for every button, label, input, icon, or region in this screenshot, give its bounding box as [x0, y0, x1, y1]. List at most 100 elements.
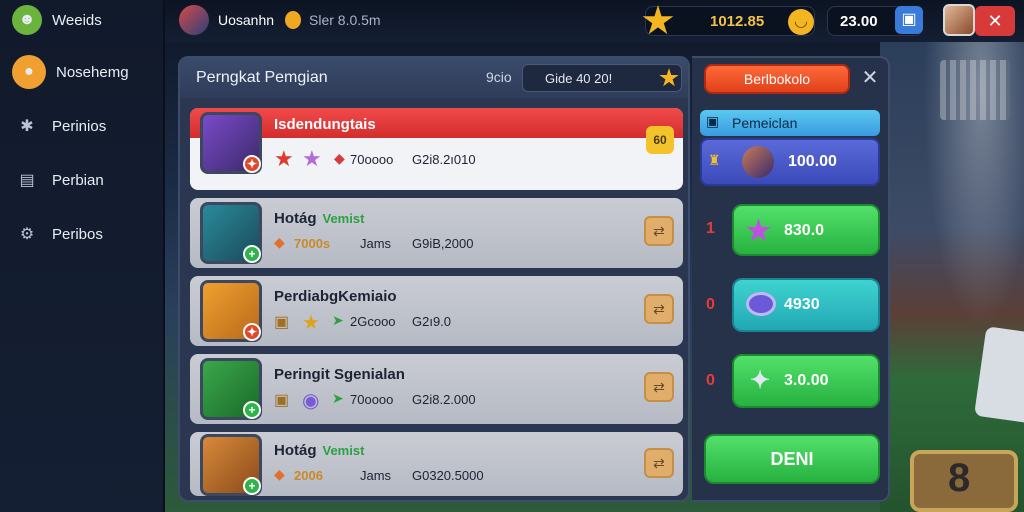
- gem-icon: ◆: [274, 466, 285, 482]
- gem-icon: ◆: [274, 234, 285, 250]
- username: Uosanhn: [218, 12, 275, 28]
- star-icon: ★: [302, 312, 320, 334]
- player-name: Peringit Sgenialan: [274, 366, 405, 383]
- offer-button[interactable]: 4930: [732, 278, 880, 332]
- player-stat: 7000s: [294, 236, 331, 251]
- offer-button[interactable]: ★ 830.0: [732, 204, 880, 256]
- star-icon: [642, 5, 674, 35]
- sidebar-item-label: Perbian: [52, 171, 104, 189]
- offer-rank: 1: [706, 220, 715, 237]
- player-name: PerdiabgKemiaio: [274, 288, 397, 305]
- panel-header: Perngkat Pemgian 9cio Gide 40 20!: [180, 58, 688, 98]
- smiley-icon: ☻: [12, 5, 42, 35]
- panel-title: Perngkat Pemgian: [196, 69, 328, 86]
- offer-button[interactable]: ✦ 3.0.00: [732, 354, 880, 408]
- player-stat: G9iB,2000: [412, 236, 474, 251]
- trade-icon[interactable]: ⇄: [644, 294, 674, 324]
- row-highlight-bar: [190, 108, 683, 138]
- currency-display: 1012.85 ◡: [642, 5, 815, 36]
- confirm-button[interactable]: DENI: [704, 434, 880, 484]
- eye-icon: [746, 292, 776, 316]
- stadium-background: [880, 40, 1024, 512]
- sidebar-item-label: Nosehemg: [56, 63, 129, 81]
- avatar: ✦: [200, 112, 262, 174]
- close-panel-button[interactable]: Berlbokolo: [704, 64, 850, 94]
- player-stat: G2i8.2.000: [412, 392, 476, 407]
- level-badge: 60: [646, 126, 674, 154]
- gem-icon: ◆: [334, 150, 345, 166]
- add-icon: +: [243, 245, 261, 263]
- bolt-icon: ➤: [332, 390, 344, 406]
- table-row[interactable]: + Hotág Vemist ◆ 2006 Jams G0320.5000 ⇄: [190, 432, 683, 496]
- sidebar-item-perbian[interactable]: ▤ Perbian: [12, 162, 162, 198]
- player-list-panel: Perngkat Pemgian 9cio Gide 40 20! ✦ Isde…: [178, 56, 690, 502]
- offer-rank: 0: [706, 372, 715, 389]
- bolt-icon: ➤: [332, 312, 344, 328]
- player-avatar[interactable]: [179, 5, 209, 35]
- player-stat: Jams: [360, 236, 392, 251]
- avatar: ✦: [200, 280, 262, 342]
- player-stat: 2006: [294, 468, 323, 483]
- badge-icon: ✦: [243, 155, 261, 173]
- avatar: +: [200, 434, 262, 496]
- close-icon[interactable]: ✕: [858, 64, 882, 92]
- table-row[interactable]: ✦ PerdiabgKemiaio ▣ ★ ➤ 2Gcooo G2ı9.0 ⇄: [190, 276, 683, 346]
- sidebar: ☻ Weeids ● Nosehemg ✱ Perinios ▤ Perbian…: [0, 0, 165, 512]
- coin-icon: ◉: [302, 390, 320, 412]
- search-input[interactable]: Gide 40 20!: [522, 64, 682, 92]
- trade-icon[interactable]: ⇄: [644, 216, 674, 246]
- player-name: Hotág Vemist: [274, 442, 365, 459]
- shield-icon: ▣: [274, 392, 290, 409]
- top-bar: Uosanhn Sler 8.0.5m 1012.85 ◡ 23.00 ▣ ✕: [165, 0, 1024, 42]
- star-icon: ★: [302, 146, 322, 171]
- offer-panel: Berlbokolo ✕ ▣ Pemeiclan ♜ 100.00 1 ★ 83…: [692, 56, 890, 502]
- offer-rank: 0: [706, 296, 715, 313]
- puzzle-icon: ✱: [20, 118, 34, 135]
- trade-icon[interactable]: ⇄: [644, 448, 674, 478]
- face-icon: ●: [12, 55, 46, 89]
- player-stat: G0320.5000: [412, 468, 484, 483]
- currency-value: 1012.85: [710, 13, 765, 30]
- table-row[interactable]: ✦ Isdendungtais ★ ★ ◆ 70oooo G2i8.2ı010 …: [190, 108, 683, 190]
- player-stat: 70oooo: [350, 392, 394, 407]
- shield-icon: ▣: [274, 314, 290, 331]
- shop-icon: ▣: [706, 113, 720, 129]
- gems-value: 23.00: [840, 13, 878, 30]
- book-icon: ▤: [19, 172, 35, 189]
- player-stat: 2Gcooo: [350, 314, 396, 329]
- featured-offer[interactable]: ♜ 100.00: [700, 138, 880, 186]
- trophy-icon: ♜: [708, 152, 721, 168]
- add-icon: +: [243, 401, 261, 419]
- sidebar-item-label: Weeids: [52, 11, 102, 29]
- sidebar-item-nosehemg[interactable]: ● Nosehemg: [12, 54, 162, 90]
- table-row[interactable]: + Hotág Vemist ◆ 7000s Jams G9iB,2000 ⇄: [190, 198, 683, 268]
- sidebar-item-peribos[interactable]: ⚙ Peribos: [12, 216, 162, 252]
- avatar: +: [200, 202, 262, 264]
- coin-icon: ◡: [788, 9, 814, 35]
- sidebar-item-perinios[interactable]: ✱ Perinios: [12, 108, 162, 144]
- star-icon: ★: [274, 146, 294, 171]
- player-name: Hotág Vemist: [274, 210, 365, 227]
- trophy-icon: [285, 11, 301, 29]
- table-row[interactable]: + Peringit Sgenialan ▣ ◉ ➤ 70oooo G2i8.2…: [190, 354, 683, 424]
- profile-avatar[interactable]: [943, 4, 975, 36]
- badge-icon: ✦: [243, 323, 261, 341]
- close-icon[interactable]: ✕: [975, 6, 1015, 36]
- star-icon: ★: [746, 215, 772, 246]
- sidebar-item-label: Perinios: [52, 117, 107, 135]
- search-label: 9cio: [486, 69, 512, 85]
- player-stat: G2i8.2ı010: [412, 152, 476, 167]
- player-stat: 70oooo: [350, 152, 394, 167]
- sidebar-item-weeids[interactable]: ☻ Weeids: [12, 2, 162, 38]
- number-eight-badge: 8: [910, 450, 1018, 512]
- add-icon: +: [243, 477, 261, 495]
- stadium-lights: [940, 60, 1010, 120]
- sparkle-icon: ✦: [750, 367, 771, 394]
- player-stat: Jams: [360, 468, 392, 483]
- player-stat: G2ı9.0: [412, 314, 452, 329]
- shop-icon[interactable]: ▣: [895, 6, 923, 34]
- player-subtitle: Sler 8.0.5m: [309, 12, 381, 28]
- sidebar-item-label: Peribos: [52, 225, 103, 243]
- section-header: ▣ Pemeiclan: [700, 110, 880, 136]
- trade-icon[interactable]: ⇄: [644, 372, 674, 402]
